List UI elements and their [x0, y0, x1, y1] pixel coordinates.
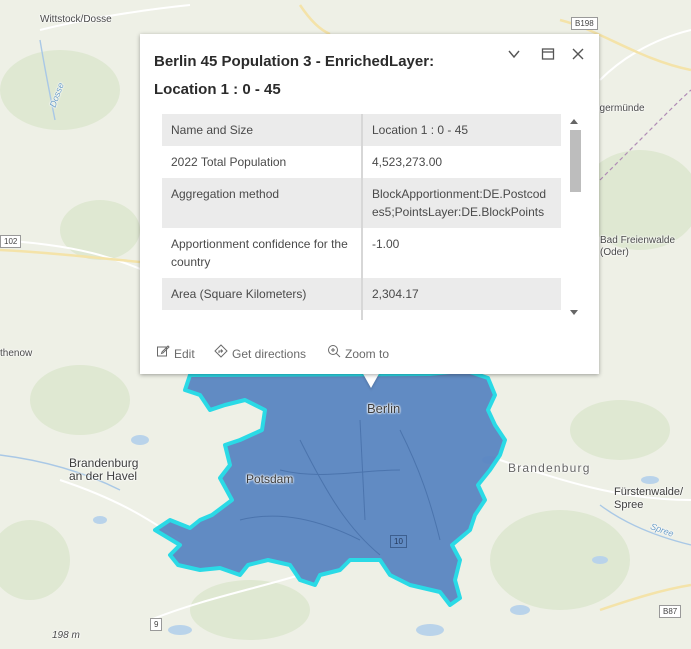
field-value: 4,523,273.00: [372, 155, 443, 169]
map-label-potsdam: Potsdam: [246, 472, 294, 486]
scroll-down-icon[interactable]: [570, 310, 578, 315]
map-label-furstenwalde: Fürstenwalde/ Spree: [614, 486, 684, 511]
scroll-up-icon[interactable]: [570, 119, 578, 124]
dock-icon[interactable]: [537, 46, 559, 68]
get-directions-label: Get directions: [232, 347, 307, 361]
field-label: Name and Size: [162, 114, 363, 146]
zoom-icon: [327, 344, 341, 361]
field-value: DE: [362, 310, 561, 320]
zoom-to-label: Zoom to: [345, 347, 390, 361]
table-scrollbar[interactable]: [568, 114, 582, 320]
road-shield-9: 9: [150, 618, 163, 631]
close-icon[interactable]: [567, 46, 589, 68]
feature-popup: Berlin 45 Population 3 - EnrichedLayer: …: [140, 34, 599, 374]
directions-icon: [214, 344, 228, 361]
field-value: BlockApportionment:DE.Postcodes5;PointsL…: [362, 178, 561, 228]
table-row: Area (Square Kilometers) 2,304.17: [162, 278, 561, 310]
map-label-brandenburg-havel: Brandenburg an der Havel: [69, 456, 139, 483]
field-value: -1.00: [372, 237, 400, 251]
field-label: Apportionment confidence for the country: [162, 228, 363, 278]
edit-button[interactable]: Edit: [156, 344, 195, 361]
field-label: Area (Square Kilometers): [162, 278, 363, 310]
popup-title: Berlin 45 Population 3 - EnrichedLayer: …: [154, 53, 435, 98]
road-shield-b198: B198: [571, 17, 598, 30]
field-label: Country code: [162, 310, 363, 320]
map-label-angermunde: ngermünde: [594, 103, 645, 114]
chevron-down-icon[interactable]: [503, 46, 525, 68]
map-label-elevation: 198 m: [52, 630, 80, 641]
field-label: 2022 Total Population: [162, 146, 363, 178]
map-label-wittstock: Wittstock/Dosse: [40, 14, 112, 25]
map-label-rathenow: thenow: [0, 348, 33, 359]
scrollbar-thumb[interactable]: [570, 130, 581, 192]
map-label-bad-freienwalde: Bad Freienwalde (Oder): [600, 235, 676, 258]
field-value: Location 1 : 0 - 45: [362, 114, 561, 146]
map-label-berlin: Berlin: [367, 401, 401, 416]
attribute-table: Name and Size Location 1 : 0 - 45 2022 T…: [162, 114, 561, 320]
table-row: Name and Size Location 1 : 0 - 45: [162, 114, 561, 146]
field-value: 2,304.17: [362, 278, 561, 310]
road-shield-10: 10: [390, 535, 407, 548]
map-label-brandenburg-state: Brandenburg: [508, 461, 591, 475]
get-directions-button[interactable]: Get directions: [214, 344, 306, 361]
table-row: Country code DE: [162, 310, 561, 320]
table-row: Apportionment confidence for the country…: [162, 228, 561, 278]
edit-label: Edit: [174, 347, 195, 361]
popup-pointer: [362, 372, 380, 388]
road-shield-b87: B87: [659, 605, 682, 618]
table-row: 2022 Total Population 4,523,273.00: [162, 146, 561, 178]
edit-icon: [156, 344, 170, 361]
road-shield-102: 102: [0, 235, 22, 248]
zoom-to-button[interactable]: Zoom to: [327, 344, 389, 361]
table-row: Aggregation method BlockApportionment:DE…: [162, 178, 561, 228]
field-label: Aggregation method: [162, 178, 363, 228]
